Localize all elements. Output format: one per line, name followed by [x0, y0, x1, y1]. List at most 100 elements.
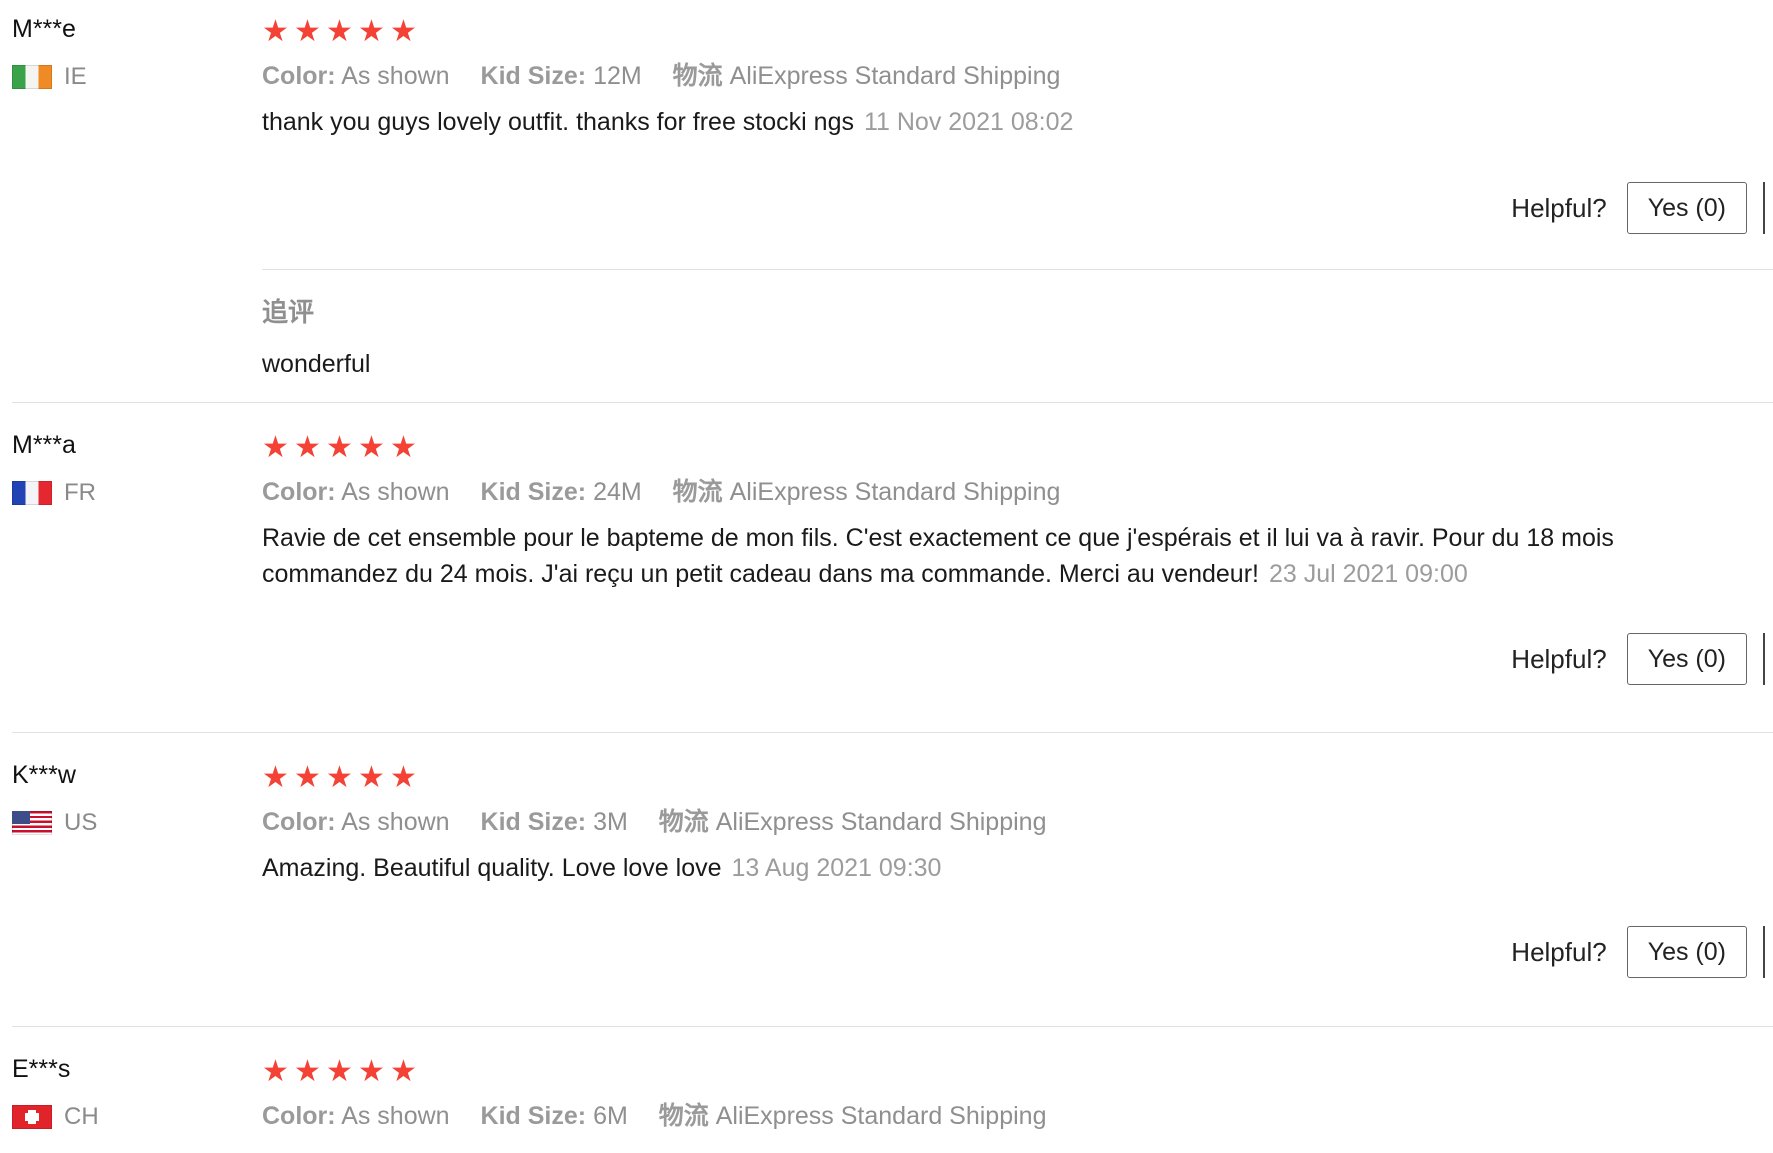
helpful-label: Helpful? [1511, 643, 1607, 674]
review-body: Amazing. Beautiful quality. Love love lo… [262, 854, 722, 882]
shipping-value: AliExpress Standard Shipping [715, 808, 1047, 836]
divider [12, 732, 1773, 733]
review-content: ★ ★ ★ ★ ★ Color: As shown Kid Size: 3M 物流 Al… [262, 760, 1742, 886]
color-label: Color: [262, 62, 336, 90]
star-rating: ★ ★ ★ ★ ★ [262, 430, 1742, 466]
color-value: As shown [341, 62, 450, 90]
star-icon: ★ [326, 15, 353, 48]
star-icon: ★ [294, 1055, 321, 1088]
star-icon: ★ [358, 761, 385, 794]
helpful-label: Helpful? [1511, 192, 1607, 223]
review-content: ★ ★ ★ ★ ★ Color: As shown Kid Size: 12M 物流 A… [262, 14, 1742, 140]
reviewer-info: K***w US [12, 760, 232, 838]
country-code: FR [64, 479, 96, 506]
review-attributes: Color: As shown Kid Size: 3M 物流 AliExpre… [262, 806, 1742, 838]
switzerland-flag-icon [12, 1105, 52, 1129]
star-icon: ★ [326, 1055, 353, 1088]
review-date: 23 Jul 2021 09:00 [1268, 560, 1468, 588]
star-icon: ★ [390, 15, 417, 48]
reviewer-name: M***e [12, 15, 76, 43]
review-attributes: Color: As shown Kid Size: 6M 物流 AliExpre… [262, 1100, 1742, 1132]
review-date: 11 Nov 2021 08:02 [863, 108, 1074, 136]
star-rating: ★ ★ ★ ★ ★ [262, 14, 1742, 50]
star-icon: ★ [390, 431, 417, 464]
review-date: 13 Aug 2021 09:30 [731, 854, 942, 882]
shipping-label: 物流 [658, 1102, 709, 1130]
country-code: US [64, 809, 98, 836]
shipping-value: AliExpress Standard Shipping [729, 478, 1061, 506]
size-label: Kid Size: [480, 808, 587, 836]
usa-flag-icon [12, 811, 52, 835]
color-label: Color: [262, 1102, 336, 1130]
color-value: As shown [341, 1102, 450, 1130]
star-icon: ★ [326, 431, 353, 464]
reviewer-name: K***w [12, 761, 76, 789]
size-value: 6M [593, 1102, 628, 1130]
star-icon: ★ [390, 761, 417, 794]
review-content: ★ ★ ★ ★ ★ Color: As shown Kid Size: 6M 物流 Al… [262, 1054, 1742, 1132]
reviewer-country: FR [12, 478, 232, 508]
helpful-no-button[interactable] [1763, 926, 1773, 978]
shipping-label: 物流 [658, 808, 709, 836]
size-value: 24M [593, 478, 642, 506]
shipping-value: AliExpress Standard Shipping [729, 62, 1061, 90]
helpful-label: Helpful? [1511, 936, 1607, 967]
helpful-yes-button[interactable]: Yes (0) [1626, 182, 1747, 234]
helpful-section: Helpful? Yes (0) [1511, 925, 1773, 979]
size-value: 3M [593, 808, 628, 836]
helpful-section: Helpful? Yes (0) [1511, 181, 1773, 235]
review-body: thank you guys lovely outfit. thanks for… [262, 108, 854, 136]
size-label: Kid Size: [480, 478, 587, 506]
divider [262, 269, 1773, 270]
star-icon: ★ [262, 761, 289, 794]
shipping-label: 物流 [672, 478, 723, 506]
star-icon: ★ [390, 1055, 417, 1088]
color-value: As shown [341, 808, 450, 836]
review-text: Ravie de cet ensemble pour le bapteme de… [262, 520, 1682, 592]
star-icon: ★ [358, 15, 385, 48]
review-content: ★ ★ ★ ★ ★ Color: As shown Kid Size: 24M 物流 A… [262, 430, 1742, 592]
star-icon: ★ [358, 1055, 385, 1088]
helpful-no-button[interactable] [1763, 633, 1773, 685]
star-icon: ★ [262, 15, 289, 48]
review-text: Amazing. Beautiful quality. Love love lo… [262, 850, 1682, 886]
review-text: thank you guys lovely outfit. thanks for… [262, 104, 1682, 140]
color-value: As shown [341, 478, 450, 506]
helpful-no-button[interactable] [1763, 182, 1773, 234]
size-label: Kid Size: [480, 62, 587, 90]
color-label: Color: [262, 808, 336, 836]
reviewer-country: CH [12, 1102, 232, 1132]
followup-title: 追评 [262, 297, 315, 327]
ireland-flag-icon [12, 65, 52, 89]
shipping-label: 物流 [672, 62, 723, 90]
review-attributes: Color: As shown Kid Size: 12M 物流 AliExpr… [262, 60, 1742, 92]
color-label: Color: [262, 478, 336, 506]
reviewer-info: M***a FR [12, 430, 232, 508]
france-flag-icon [12, 481, 52, 505]
helpful-yes-button[interactable]: Yes (0) [1626, 633, 1747, 685]
size-label: Kid Size: [480, 1102, 587, 1130]
size-value: 12M [593, 62, 642, 90]
followup-text: wonderful [262, 350, 371, 378]
star-rating: ★ ★ ★ ★ ★ [262, 1054, 1742, 1090]
reviewer-country: US [12, 808, 232, 838]
country-code: CH [64, 1103, 99, 1130]
star-icon: ★ [358, 431, 385, 464]
reviewer-info: M***e IE [12, 14, 232, 92]
star-icon: ★ [294, 761, 321, 794]
divider [12, 402, 1773, 403]
review-attributes: Color: As shown Kid Size: 24M 物流 AliExpr… [262, 476, 1742, 508]
shipping-value: AliExpress Standard Shipping [715, 1102, 1047, 1130]
helpful-yes-button[interactable]: Yes (0) [1626, 926, 1747, 978]
helpful-section: Helpful? Yes (0) [1511, 632, 1773, 686]
star-icon: ★ [294, 15, 321, 48]
star-icon: ★ [326, 761, 353, 794]
star-icon: ★ [262, 1055, 289, 1088]
reviewer-name: M***a [12, 431, 76, 459]
reviewer-name: E***s [12, 1055, 71, 1083]
divider [12, 1026, 1773, 1027]
star-icon: ★ [294, 431, 321, 464]
reviewer-country: IE [12, 62, 232, 92]
reviewer-info: E***s CH [12, 1054, 232, 1132]
country-code: IE [64, 63, 87, 90]
